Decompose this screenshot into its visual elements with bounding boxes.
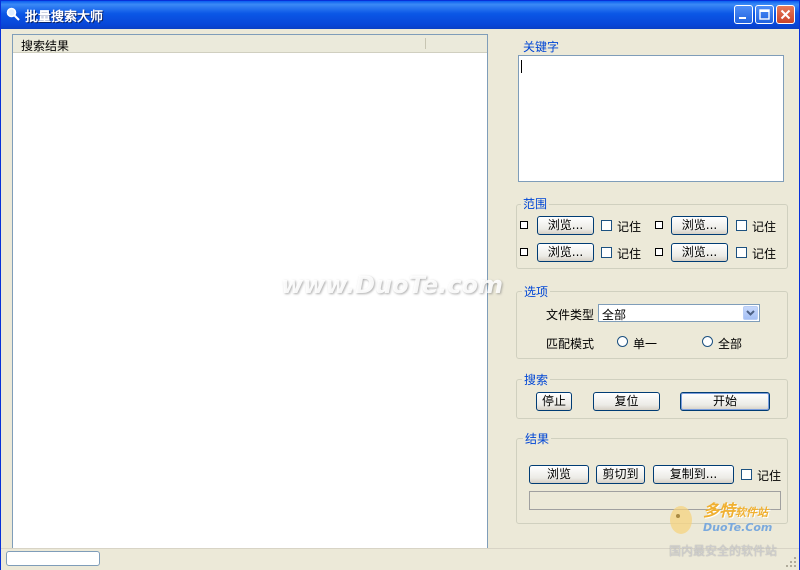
match-all-radio[interactable] <box>702 336 713 347</box>
scope-3-browse-button[interactable]: 浏览... <box>537 243 594 262</box>
chevron-down-icon[interactable] <box>743 306 758 320</box>
scope-group-label: 范围 <box>521 195 550 212</box>
scope-4-remember-label: 记住 <box>752 247 777 261</box>
scope-1-remember-label: 记住 <box>617 220 642 234</box>
minimize-button[interactable] <box>734 5 753 24</box>
scope-2-browse-button[interactable]: 浏览... <box>671 216 728 235</box>
text-caret <box>521 60 522 73</box>
maximize-button[interactable] <box>755 5 774 24</box>
main-window: 批量搜索大师 搜索结果 关键字 范围 浏览... 记住 浏览... 记住 浏览.… <box>0 0 800 570</box>
file-type-label: 文件类型 <box>546 308 595 322</box>
minimize-icon <box>739 17 746 19</box>
keyword-input[interactable] <box>518 55 784 182</box>
keyword-group-label: 关键字 <box>521 38 562 55</box>
reset-button[interactable]: 复位 <box>593 392 660 411</box>
stop-button[interactable]: 停止 <box>536 392 572 411</box>
results-column-header[interactable]: 搜索结果 <box>13 35 487 53</box>
scope-4-browse-button[interactable]: 浏览... <box>671 243 728 262</box>
watermark-text: www.DuoTe.com <box>281 271 503 299</box>
maximize-icon <box>759 9 770 20</box>
scope-1-remember-checkbox[interactable] <box>601 220 612 231</box>
match-single-label: 单一 <box>633 337 658 351</box>
logo-slogan: 国内最安全的软件站 <box>669 544 778 558</box>
window-title: 批量搜索大师 <box>25 10 104 25</box>
logo-brand-cn: 多特软件站 <box>703 501 769 520</box>
result-browse-button[interactable]: 浏览 <box>529 465 589 484</box>
scope-4-enable-checkbox[interactable] <box>655 248 663 256</box>
scope-2-remember-checkbox[interactable] <box>736 220 747 231</box>
search-icon <box>6 7 20 21</box>
result-remember-label: 记住 <box>757 469 782 483</box>
logo-brand-en: DuoTe.Com <box>703 521 773 534</box>
resize-grip-icon[interactable] <box>785 556 797 568</box>
result-actions-group-label: 结果 <box>523 430 552 447</box>
scope-3-remember-label: 记住 <box>617 247 642 261</box>
scope-1-browse-button[interactable]: 浏览... <box>537 216 594 235</box>
status-pane <box>6 551 100 566</box>
file-type-value: 全部 <box>602 308 627 322</box>
copy-to-button[interactable]: 复制到... <box>653 465 734 484</box>
scope-2-enable-checkbox[interactable] <box>655 221 663 229</box>
file-type-select[interactable]: 全部 <box>598 304 760 322</box>
match-all-label: 全部 <box>718 337 743 351</box>
close-button[interactable] <box>776 5 795 24</box>
match-mode-label: 匹配模式 <box>546 337 595 351</box>
scope-2-remember-label: 记住 <box>752 220 777 234</box>
results-column-title: 搜索结果 <box>21 39 70 53</box>
cut-to-button[interactable]: 剪切到 <box>596 465 645 484</box>
scope-3-enable-checkbox[interactable] <box>520 248 528 256</box>
scope-3-remember-checkbox[interactable] <box>601 247 612 258</box>
result-remember-checkbox[interactable] <box>741 469 752 480</box>
title-bar[interactable]: 批量搜索大师 <box>1 1 799 29</box>
start-button[interactable]: 开始 <box>680 392 770 411</box>
scope-1-enable-checkbox[interactable] <box>520 221 528 229</box>
close-icon <box>780 9 791 20</box>
options-group-label: 选项 <box>522 283 551 300</box>
column-divider[interactable] <box>425 38 426 49</box>
scope-4-remember-checkbox[interactable] <box>736 247 747 258</box>
match-single-radio[interactable] <box>617 336 628 347</box>
search-group-label: 搜索 <box>522 371 551 388</box>
